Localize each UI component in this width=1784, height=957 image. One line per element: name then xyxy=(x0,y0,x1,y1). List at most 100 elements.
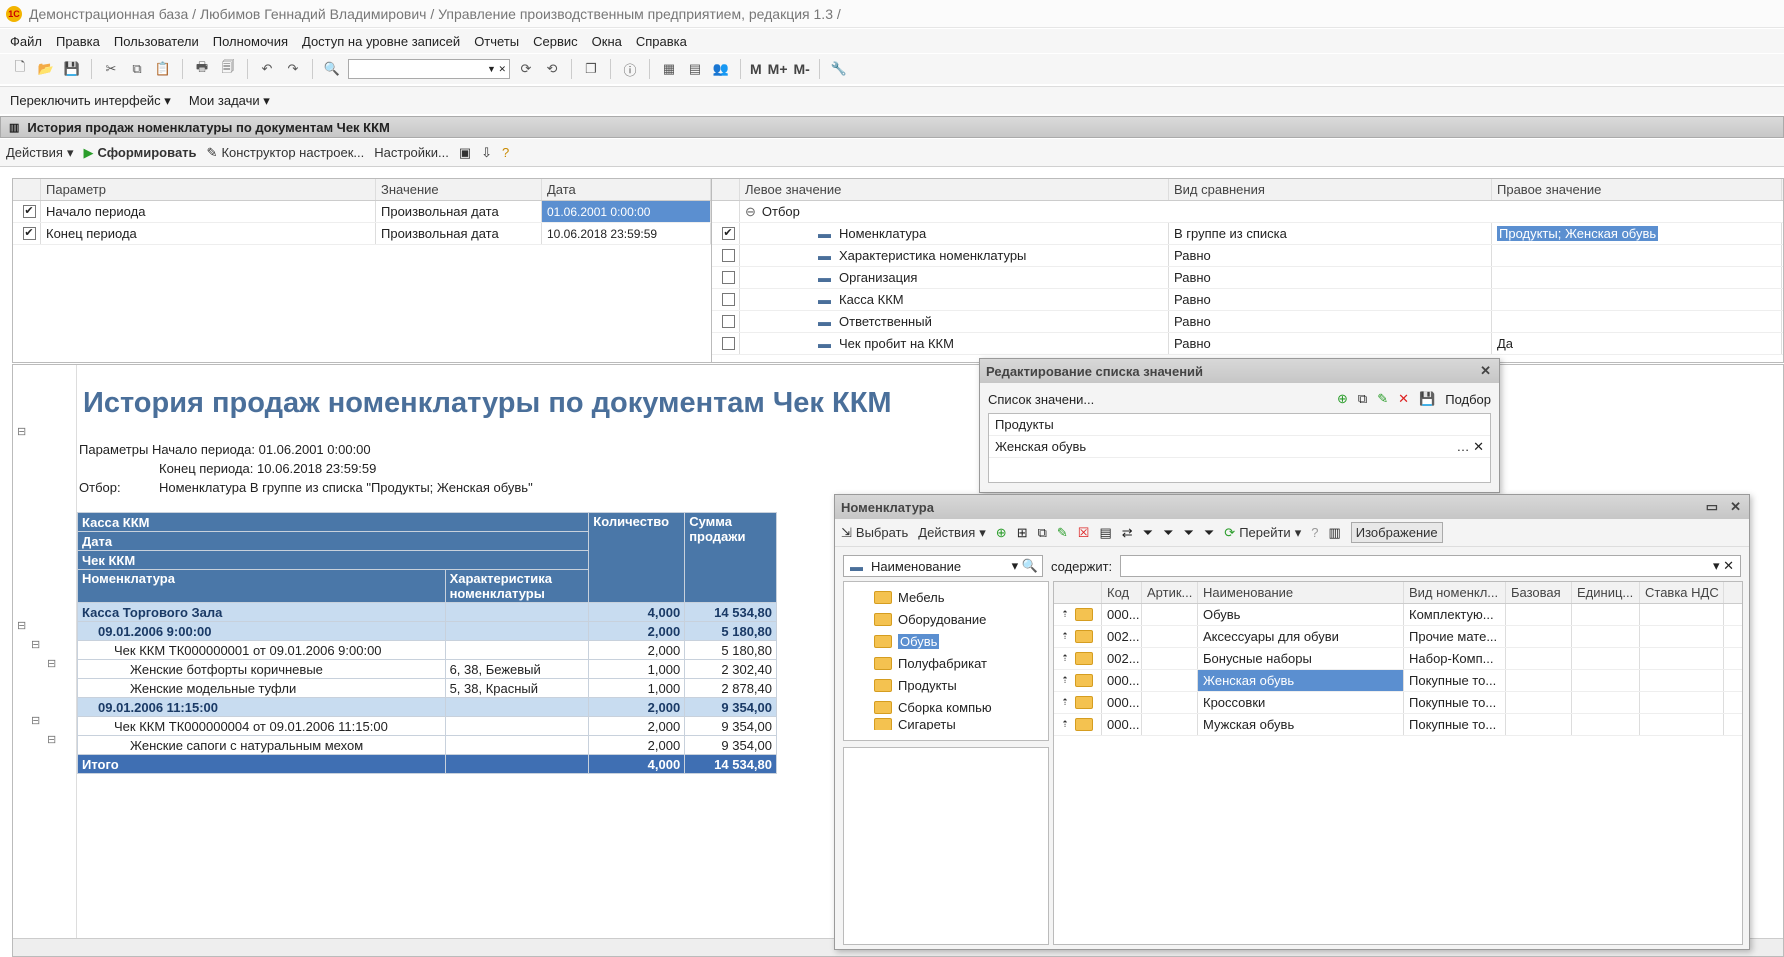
expand-icon[interactable]: ⇡ xyxy=(1061,719,1069,730)
filter-right-field[interactable]: Продукты; Женская обувь xyxy=(1497,226,1659,241)
paste-icon[interactable]: 📋 xyxy=(153,59,173,79)
collapse-icon[interactable]: ⊖ xyxy=(745,204,756,220)
preview-icon[interactable]: 🗐 xyxy=(218,59,238,79)
collapse-icon[interactable]: ⊟ xyxy=(47,733,56,746)
filter-cmp[interactable]: Равно xyxy=(1169,333,1492,354)
filter-right-field[interactable] xyxy=(1492,289,1782,310)
settings-button[interactable]: Настройки... xyxy=(374,145,449,160)
filter-group-row[interactable]: ⊖ Отбор xyxy=(712,201,1783,223)
goto-button[interactable]: ⟳ Перейти ▾ xyxy=(1224,525,1301,541)
move-icon[interactable]: ⇄ xyxy=(1122,525,1133,541)
tree-item[interactable]: Продукты xyxy=(844,674,1048,696)
param-checkbox[interactable]: ✔ xyxy=(22,227,36,240)
collapse-icon[interactable]: ⊟ xyxy=(31,714,40,727)
param-value[interactable]: Произвольная дата xyxy=(376,223,542,244)
undo-icon[interactable]: ↶ xyxy=(257,59,277,79)
nomen-list-row[interactable]: ⇡ 000... Обувь Комплектую... xyxy=(1054,604,1742,626)
collapse-icon[interactable]: ⊟ xyxy=(17,619,26,632)
tree-item[interactable]: Сигареты xyxy=(844,718,1048,730)
menu-file[interactable]: Файл xyxy=(10,34,42,49)
switch-interface-button[interactable]: Переключить интерфейс ▾ xyxy=(10,93,171,109)
clear-filter-icon[interactable]: ⏷ xyxy=(1204,525,1214,541)
filter-right-field[interactable] xyxy=(1492,311,1782,332)
select-button[interactable]: ⇲ Выбрать xyxy=(841,525,908,541)
redo-icon[interactable]: ↷ xyxy=(283,59,303,79)
find-next-icon[interactable]: ⟳ xyxy=(516,59,536,79)
filter-checkbox[interactable] xyxy=(721,271,735,284)
menu-permissions[interactable]: Полномочия xyxy=(213,34,288,49)
windows-icon[interactable]: ❐ xyxy=(581,59,601,79)
filter-cmp[interactable]: Равно xyxy=(1169,267,1492,288)
add-icon[interactable]: ⊕ xyxy=(1337,391,1348,407)
value-list-item[interactable]: Продукты xyxy=(989,414,1490,436)
filter-cmp[interactable]: Равно xyxy=(1169,311,1492,332)
expand-icon[interactable]: ⇡ xyxy=(1061,697,1069,708)
filter-right-field[interactable] xyxy=(1492,267,1782,288)
menu-edit[interactable]: Правка xyxy=(56,34,100,49)
filter-row[interactable]: ✔ ▬ Номенклатура В группе из списка Проду… xyxy=(712,223,1783,245)
memory-button[interactable]: M xyxy=(750,61,762,77)
search-field-select[interactable]: ▬ Наименование ▾ 🔍 xyxy=(843,555,1043,577)
delete-icon[interactable]: ☒ xyxy=(1078,525,1090,541)
nomen-actions-button[interactable]: Действия ▾ xyxy=(918,525,986,541)
tree-item[interactable]: Полуфабрикат xyxy=(844,652,1048,674)
nomen-list-row[interactable]: ⇡ 000... Мужская обувь Покупные то... xyxy=(1054,714,1742,736)
add-icon[interactable]: ⊕ xyxy=(996,525,1007,541)
collapse-icon[interactable]: ⊟ xyxy=(31,638,40,651)
tree-item[interactable]: Мебель xyxy=(844,586,1048,608)
help-icon[interactable]: ? xyxy=(1311,525,1318,540)
report-row[interactable]: Женские модельные туфли 5, 38, Красный 1,0… xyxy=(77,678,777,698)
search-icon[interactable]: 🔍 xyxy=(322,59,342,79)
close-icon[interactable]: ✕ xyxy=(1480,363,1491,379)
tree-item[interactable]: Обувь xyxy=(844,630,1048,652)
nomen-list-row[interactable]: ⇡ 000... Женская обувь Покупные то... xyxy=(1054,670,1742,692)
actions-menu-button[interactable]: Действия ▾ xyxy=(6,145,74,161)
filter-row[interactable]: ▬ Характеристика номенклатуры Равно xyxy=(712,245,1783,267)
save-icon[interactable]: 💾 xyxy=(1419,391,1435,407)
print-icon[interactable]: 🖶 xyxy=(192,59,212,79)
filter-right-field[interactable] xyxy=(1492,245,1782,266)
expand-icon[interactable]: ⇡ xyxy=(1061,675,1069,686)
info-icon[interactable]: ⓘ xyxy=(620,59,640,79)
filter-row[interactable]: ▬ Чек пробит на ККМ Равно Да xyxy=(712,333,1783,355)
col-vat[interactable]: Ставка НДС xyxy=(1640,582,1724,603)
filter-icon[interactable]: ⏷ xyxy=(1143,525,1153,541)
col-name[interactable]: Наименование xyxy=(1198,582,1404,603)
filter-right-field[interactable]: Да xyxy=(1492,333,1782,354)
menu-service[interactable]: Сервис xyxy=(533,34,578,49)
nomen-list-row[interactable]: ⇡ 002... Аксессуары для обуви Прочие мате..… xyxy=(1054,626,1742,648)
memory-plus-button[interactable]: M+ xyxy=(768,61,788,77)
col-base[interactable]: Базовая xyxy=(1506,582,1572,603)
save-settings-icon[interactable]: ▣ xyxy=(459,145,471,161)
edit-icon[interactable]: ✎ xyxy=(1057,525,1068,541)
menu-reports[interactable]: Отчеты xyxy=(474,34,519,49)
report-row[interactable]: Касса Торгового Зала 4,000 14 534,80 xyxy=(77,602,777,622)
memory-minus-button[interactable]: M- xyxy=(794,61,810,77)
generate-button[interactable]: ▶ Сформировать xyxy=(84,145,197,161)
params-row[interactable]: ✔ Конец периода Произвольная дата 10.06.… xyxy=(13,223,711,245)
tools-icon[interactable]: 🔧 xyxy=(829,59,849,79)
menu-users[interactable]: Пользователи xyxy=(114,34,199,49)
images-button[interactable]: Изображение xyxy=(1350,522,1443,543)
menu-windows[interactable]: Окна xyxy=(592,34,622,49)
nomen-list-row[interactable]: ⇡ 000... Кроссовки Покупные то... xyxy=(1054,692,1742,714)
nomen-list-row[interactable]: ⇡ 002... Бонусные наборы Набор-Комп... xyxy=(1054,648,1742,670)
calculator-icon[interactable]: ▦ xyxy=(659,59,679,79)
maximize-icon[interactable]: ▭ xyxy=(1706,499,1718,515)
filter-cmp[interactable]: Равно xyxy=(1169,245,1492,266)
filter-row[interactable]: ▬ Ответственный Равно xyxy=(712,311,1783,333)
pick-button[interactable]: Подбор xyxy=(1445,392,1491,407)
expand-icon[interactable]: ⇡ xyxy=(1061,609,1069,620)
report-row[interactable]: 09.01.2006 9:00:00 2,000 5 180,80 xyxy=(77,621,777,641)
tree-item[interactable]: Сборка компью xyxy=(844,696,1048,718)
filter-row[interactable]: ▬ Организация Равно xyxy=(712,267,1783,289)
menu-help[interactable]: Справка xyxy=(636,34,687,49)
report-row[interactable]: 09.01.2006 11:15:00 2,000 9 354,00 xyxy=(77,697,777,717)
report-row[interactable]: Чек ККМ ТК000000001 от 09.01.2006 9:00:0… xyxy=(77,640,777,660)
menu-record-access[interactable]: Доступ на уровне записей xyxy=(302,34,460,49)
filter-checkbox[interactable] xyxy=(721,315,735,328)
report-row[interactable]: Чек ККМ ТК000000004 от 09.01.2006 11:15:… xyxy=(77,716,777,736)
report-row[interactable]: Женские ботфорты коричневые 6, 38, Бежевы… xyxy=(77,659,777,679)
calendar-icon[interactable]: ▤ xyxy=(685,59,705,79)
search-input[interactable]: ▾ ✕ xyxy=(1120,555,1741,577)
